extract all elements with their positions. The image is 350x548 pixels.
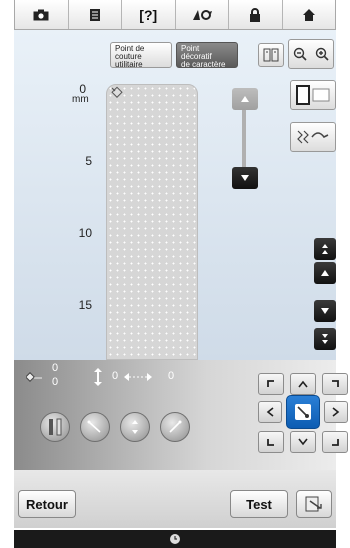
camera-icon [33, 9, 49, 20]
camera-button[interactable] [15, 0, 69, 29]
corner-up-left-icon [267, 380, 274, 387]
ruler-tick-15: 15 [78, 298, 92, 312]
view-mode-toggle[interactable] [290, 80, 336, 110]
corner-down-right-icon [332, 439, 339, 446]
direction-pad [258, 373, 350, 465]
zoom-out-icon [293, 47, 307, 61]
jump-top-button[interactable] [314, 238, 336, 260]
needle-position-icon [26, 372, 42, 382]
lock-button[interactable] [229, 0, 283, 29]
dpad-up-left[interactable] [258, 373, 284, 395]
bottom-bar: Retour Test [14, 470, 336, 528]
diagonal-icon [87, 420, 101, 433]
ruler-tick-5: 5 [85, 154, 92, 168]
scroll-up-button[interactable] [232, 88, 258, 110]
zoom-out-button[interactable] [289, 40, 311, 68]
dpad-center-button[interactable] [286, 395, 320, 429]
dpad-down-left[interactable] [258, 431, 284, 453]
chevron-down-icon [298, 438, 308, 446]
lock-icon [250, 7, 261, 22]
dpad-up[interactable] [290, 373, 316, 395]
jump-top-icon [322, 244, 328, 254]
length-icon [94, 368, 102, 386]
needle-icon [111, 86, 123, 98]
step-down-button[interactable] [314, 300, 336, 322]
split-view-button[interactable] [258, 43, 284, 67]
dpad-down-right[interactable] [322, 431, 348, 453]
utility-stitch-button[interactable]: Point de couture utilitaire [110, 42, 172, 69]
jump-bottom-icon [322, 334, 328, 344]
zoom-in-icon [315, 47, 329, 61]
chevron-right-icon [332, 407, 340, 417]
zoom-controls [288, 39, 334, 69]
home-icon [302, 8, 315, 21]
wide-view-icon [312, 88, 330, 102]
chevron-up-icon [298, 380, 308, 388]
clock-icon [170, 534, 180, 544]
mirror-icon [49, 418, 62, 436]
memory-button[interactable] [296, 490, 332, 518]
rotate-icon [169, 420, 182, 433]
corner-down-left-icon [267, 439, 274, 446]
utility-label-3: utilitaire [115, 60, 143, 69]
document-button[interactable] [69, 0, 122, 29]
decorative-label-3: de caractère [181, 60, 226, 69]
dpad-up-right[interactable] [322, 373, 348, 395]
chevron-left-icon [266, 407, 274, 417]
memory-icon [305, 496, 322, 512]
stitch-start-icon [295, 404, 311, 420]
threading-icon [192, 9, 212, 20]
home-button[interactable] [283, 0, 336, 29]
help-button[interactable]: [?] [122, 0, 176, 29]
length-readout: 0 [112, 370, 119, 382]
spacing-readout: 0 [168, 370, 175, 382]
book-icon [263, 48, 279, 62]
vertical-flip-button[interactable] [120, 412, 150, 442]
pattern-edit-button[interactable] [290, 122, 336, 152]
spacing-icon [124, 373, 152, 381]
threading-button[interactable] [176, 0, 229, 29]
corner-up-right-icon [332, 380, 339, 387]
triangle-up-icon [241, 96, 249, 102]
rotate-button[interactable] [160, 412, 190, 442]
screen: [?] Point de couture utilitaire Point dé… [0, 0, 350, 548]
document-icon [89, 8, 100, 21]
back-button-label: Retour [26, 496, 68, 512]
decorative-stitch-button[interactable]: Point décoratif de caractère [176, 42, 238, 69]
ruler-unit: mm [72, 94, 89, 105]
arrow-up-icon [321, 270, 329, 276]
width-readout-bottom: 0 [52, 376, 59, 388]
dpad-right[interactable] [324, 401, 348, 423]
help-icon: [?] [139, 6, 158, 23]
stitch-canvas[interactable] [106, 84, 198, 360]
main-area: Point de couture utilitaire Point décora… [14, 30, 336, 360]
vertical-flip-icon [132, 420, 138, 434]
test-button-label: Test [246, 496, 272, 512]
back-button[interactable]: Retour [18, 490, 76, 518]
jump-bottom-button[interactable] [314, 328, 336, 350]
step-up-button[interactable] [314, 262, 336, 284]
stitch-pattern-icon [297, 130, 329, 144]
width-readout-top: 0 [52, 362, 59, 374]
ruler-tick-10: 10 [78, 226, 92, 240]
diagonal-button[interactable] [80, 412, 110, 442]
dpad-down[interactable] [290, 431, 316, 453]
status-bar [14, 530, 336, 548]
zoom-in-button[interactable] [311, 40, 333, 68]
triangle-down-icon [241, 175, 249, 181]
test-button[interactable]: Test [230, 490, 288, 518]
single-view-icon [296, 85, 310, 105]
scroll-down-button[interactable] [232, 167, 258, 189]
dpad-left[interactable] [258, 401, 282, 423]
top-toolbar: [?] [14, 0, 336, 30]
arrow-down-icon [321, 308, 329, 314]
mirror-button[interactable] [40, 412, 70, 442]
